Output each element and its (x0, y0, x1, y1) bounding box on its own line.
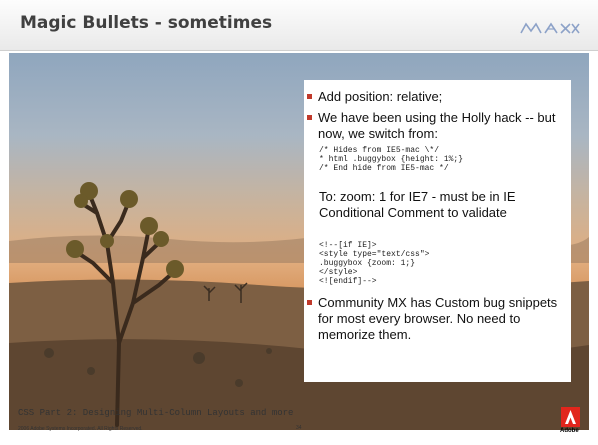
adobe-logo-icon (561, 407, 580, 427)
bullet-item: Community MX has Custom bug snippets for… (307, 295, 566, 343)
bullet-text: Add position: relative; (318, 89, 443, 104)
code-block: <!--[if IE]> <style type="text/css"> .bu… (319, 241, 430, 286)
code-block: /* Hides from IE5-mac \*/ * html .buggyb… (319, 146, 464, 173)
bullet-marker (307, 300, 312, 305)
bullet-text: We have been using the Holly hack -- but… (318, 110, 556, 141)
slide-header: Magic Bullets - sometimes (0, 0, 598, 51)
bullet-marker (307, 115, 312, 120)
bullet-text: Community MX has Custom bug snippets for… (318, 295, 558, 342)
page-number: 34 (296, 425, 302, 431)
bullet-marker (307, 94, 312, 99)
bullet-item: Add position: relative; (307, 89, 566, 105)
slide-title: Magic Bullets - sometimes (20, 13, 273, 33)
bullet-item: We have been using the Holly hack -- but… (307, 110, 566, 142)
footer-title: CSS Part 2: Designing Multi-Column Layou… (18, 408, 294, 418)
content-panel: Add position: relative; We have been usi… (304, 80, 571, 382)
copyright-text: 2006 Adobe Systems Incorporated. All Rig… (18, 426, 143, 432)
paragraph-text: To: zoom: 1 for IE7 - must be in IE Cond… (319, 189, 516, 220)
adobe-brand-text: Adobe (560, 428, 579, 434)
max-logo (520, 22, 580, 34)
